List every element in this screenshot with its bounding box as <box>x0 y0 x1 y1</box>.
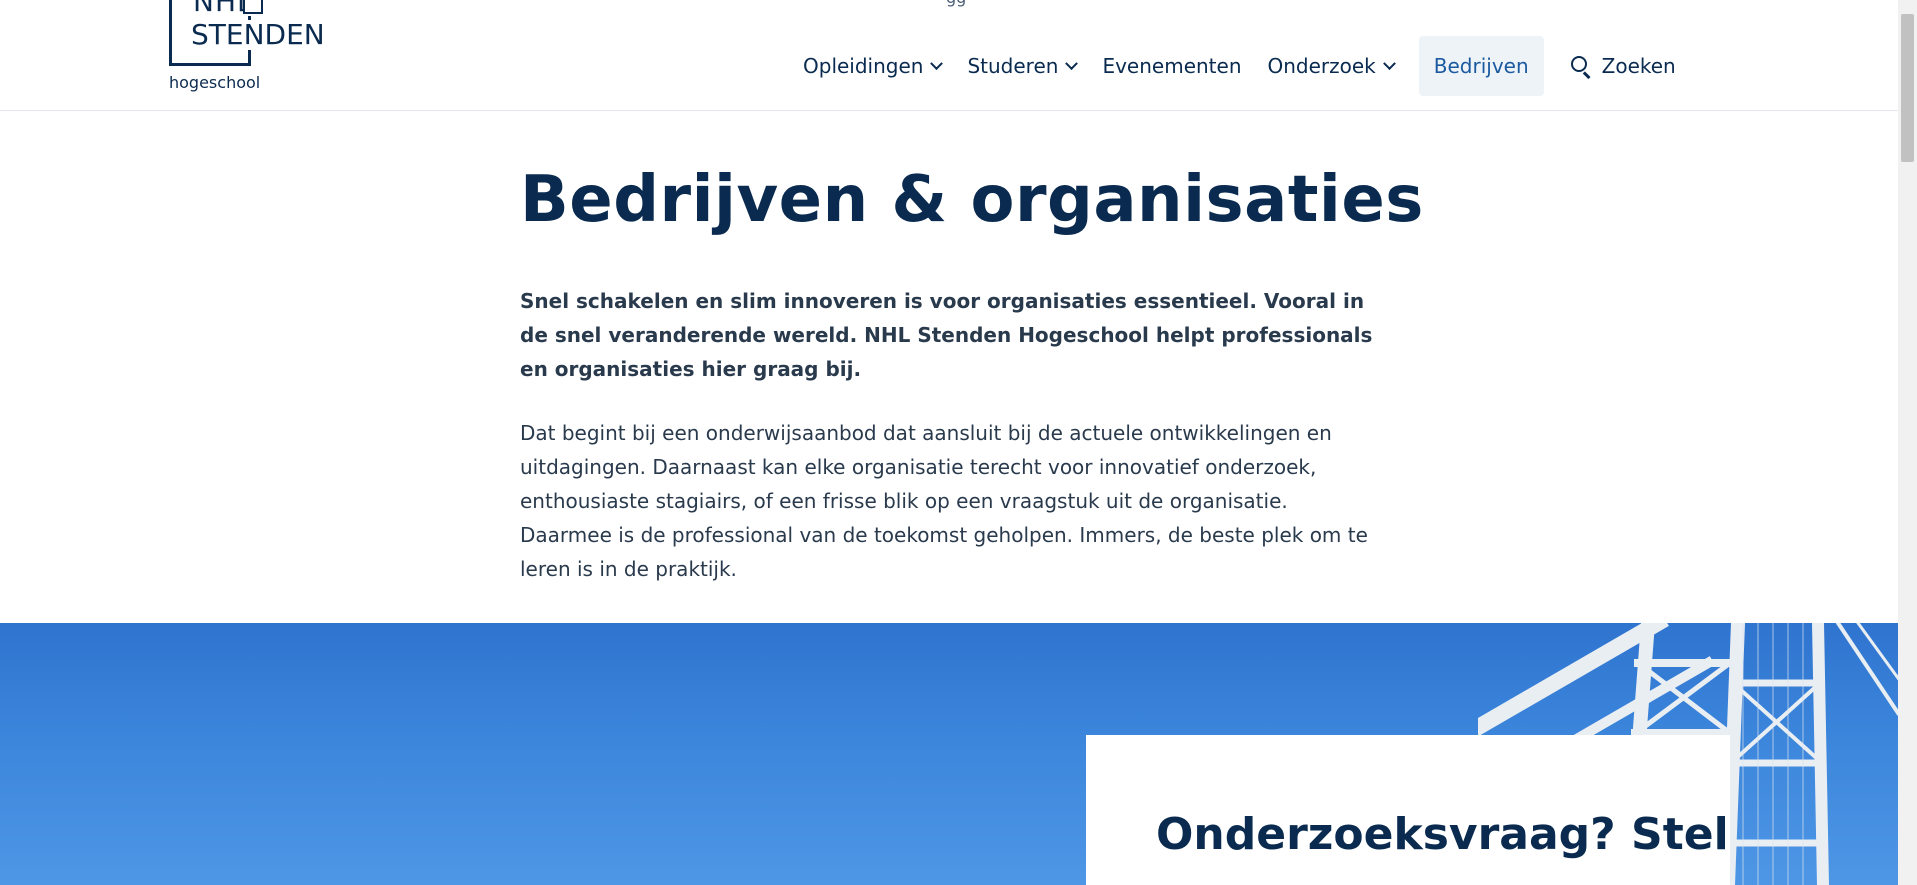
nav-label: Studeren <box>967 54 1059 78</box>
search-button[interactable]: Zoeken <box>1544 36 1676 96</box>
top-partial-text: gg <box>946 0 966 7</box>
nav-item-studeren[interactable]: Studeren <box>954 36 1089 96</box>
logo-square <box>243 0 263 14</box>
main-navigation: Opleidingen Studeren Evenementen Onderzo… <box>790 36 1676 96</box>
chevron-down-icon <box>1382 56 1396 70</box>
research-question-card[interactable]: Onderzoeksvraag? Stel <box>1086 735 1730 885</box>
nav-label: Onderzoek <box>1267 54 1376 78</box>
nav-item-onderzoek[interactable]: Onderzoek <box>1255 36 1407 96</box>
nav-item-evenementen[interactable]: Evenementen <box>1089 36 1254 96</box>
nav-label: Opleidingen <box>803 54 924 78</box>
nav-item-bedrijven[interactable]: Bedrijven <box>1418 36 1544 96</box>
nav-label: Evenementen <box>1102 54 1242 78</box>
search-icon <box>1570 55 1592 79</box>
page-title: Bedrijven & organisaties <box>520 163 1424 237</box>
nav-label: Bedrijven <box>1433 54 1529 78</box>
scrollbar-thumb[interactable] <box>1901 14 1914 162</box>
main-content: Bedrijven & organisaties Snel schakelen … <box>520 160 1424 586</box>
nhl-stenden-logo[interactable]: NHL STENDEN hogeschool <box>169 0 339 100</box>
body-paragraph: Dat begint bij een onderwijsaanbod dat a… <box>520 421 1368 581</box>
chevron-down-icon <box>930 56 944 70</box>
site-header: gg NHL STENDEN hogeschool Opleidingen St… <box>0 0 1898 111</box>
card-title: Onderzoeksvraag? Stel <box>1156 809 1729 860</box>
logo-text-hogeschool: hogeschool <box>169 73 261 92</box>
chevron-down-icon <box>1065 56 1079 70</box>
search-label: Zoeken <box>1601 54 1676 78</box>
nav-item-opleidingen[interactable]: Opleidingen <box>790 36 954 96</box>
intro-paragraph: Snel schakelen en slim innoveren is voor… <box>520 289 1373 381</box>
logo-text-stenden: STENDEN <box>191 18 325 51</box>
page-scrollbar[interactable] <box>1898 0 1917 885</box>
